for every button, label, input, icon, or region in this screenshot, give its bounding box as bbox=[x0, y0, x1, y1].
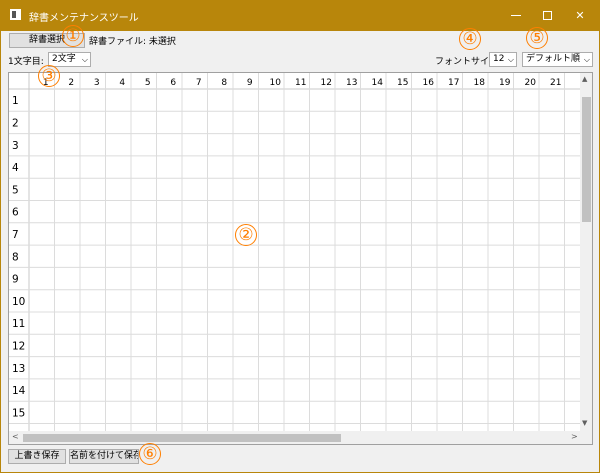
column-header: 13 bbox=[346, 78, 357, 88]
scroll-up-icon[interactable]: ▲ bbox=[582, 75, 587, 83]
annotation-badge-4: ④ bbox=[459, 28, 481, 50]
row-header: 15 bbox=[12, 407, 25, 419]
scroll-left-icon[interactable]: < bbox=[12, 432, 19, 441]
dictionary-file-label: 辞書ファイル: 未選択 bbox=[89, 37, 176, 47]
column-header: 17 bbox=[448, 78, 459, 88]
maximize-icon bbox=[543, 11, 552, 20]
row-header: 3 bbox=[12, 140, 19, 152]
column-header: 8 bbox=[221, 78, 227, 88]
chevron-down-icon: ⌵ bbox=[81, 55, 88, 64]
sort-order-value: デフォルト順 bbox=[526, 54, 581, 64]
column-header: 7 bbox=[196, 78, 202, 88]
overwrite-save-button[interactable]: 上書き保存 bbox=[8, 449, 66, 464]
row-header: 9 bbox=[12, 274, 19, 286]
save-as-button[interactable]: 名前を付けて保存 bbox=[69, 449, 139, 464]
app-icon bbox=[10, 9, 21, 20]
minimize-button[interactable] bbox=[500, 1, 532, 31]
chevron-down-icon: ⌵ bbox=[583, 55, 590, 64]
column-header: 14 bbox=[372, 78, 384, 88]
sort-order-select[interactable]: デフォルト順 ⌵ bbox=[522, 52, 593, 67]
column-header: 16 bbox=[423, 78, 435, 88]
row-header: 1 bbox=[12, 95, 19, 107]
vertical-scroll-thumb[interactable] bbox=[582, 97, 591, 222]
scroll-down-icon[interactable]: ▼ bbox=[582, 419, 587, 427]
column-header: 6 bbox=[170, 78, 176, 88]
close-icon: ✕ bbox=[575, 9, 585, 22]
row-header: 7 bbox=[12, 229, 19, 241]
column-header: 20 bbox=[525, 78, 537, 88]
row-header: 2 bbox=[12, 117, 19, 129]
first-char-select[interactable]: 2文字 ⌵ bbox=[48, 52, 91, 67]
scroll-right-icon[interactable]: > bbox=[571, 432, 578, 441]
column-header: 12 bbox=[321, 78, 332, 88]
chevron-down-icon: ⌵ bbox=[507, 55, 514, 64]
title-bar[interactable]: 辞書メンテナンスツール ✕ bbox=[1, 1, 599, 31]
column-header: 2 bbox=[68, 78, 74, 88]
horizontal-scroll-thumb[interactable] bbox=[23, 434, 341, 442]
row-header: 4 bbox=[12, 162, 19, 174]
column-header: 18 bbox=[474, 78, 486, 88]
font-size-select[interactable]: 12 ⌵ bbox=[489, 52, 517, 67]
row-header: 8 bbox=[12, 251, 19, 263]
column-header: 19 bbox=[499, 78, 511, 88]
row-header: 6 bbox=[12, 207, 19, 219]
annotation-badge-1: ① bbox=[62, 25, 84, 47]
column-header: 3 bbox=[94, 78, 100, 88]
annotation-badge-3: ③ bbox=[38, 65, 60, 87]
column-header: 4 bbox=[119, 78, 125, 88]
horizontal-scrollbar[interactable]: < > bbox=[9, 431, 580, 444]
annotation-badge-6: ⑥ bbox=[139, 443, 161, 465]
row-header: 5 bbox=[12, 184, 19, 196]
column-header: 11 bbox=[295, 78, 306, 88]
row-header: 11 bbox=[12, 318, 25, 330]
annotation-badge-5: ⑤ bbox=[526, 27, 548, 49]
character-grid[interactable]: 1 2 3 4 5 6 7 8 9 10 11 12 13 14 15 16 17 18 19 20 21 1 2 3 4 5 6 7… bbox=[8, 72, 593, 445]
grid-canvas[interactable]: 1 2 3 4 5 6 7 8 9 10 11 12 13 14 15 16 17 18 19 20 211234567… bbox=[9, 73, 580, 431]
annotation-badge-2: ② bbox=[235, 224, 257, 246]
row-header: 10 bbox=[12, 296, 25, 308]
font-size-value: 12 bbox=[493, 54, 505, 64]
column-header: 15 bbox=[397, 78, 408, 88]
first-char-value: 2文字 bbox=[52, 54, 76, 64]
minimize-icon bbox=[511, 15, 521, 16]
row-header: 14 bbox=[12, 385, 26, 397]
window-title: 辞書メンテナンスツール bbox=[29, 13, 139, 24]
close-button[interactable]: ✕ bbox=[564, 1, 596, 31]
first-char-label: 1文字目: bbox=[8, 57, 44, 67]
row-header: 12 bbox=[12, 340, 25, 352]
column-header: 10 bbox=[270, 78, 282, 88]
row-header: 13 bbox=[12, 363, 25, 375]
column-header: 9 bbox=[247, 78, 253, 88]
vertical-scrollbar[interactable]: ▲ ▼ bbox=[580, 73, 592, 431]
column-header: 5 bbox=[145, 78, 151, 88]
column-header: 21 bbox=[550, 78, 561, 88]
app-window: 辞書メンテナンスツール ✕ 辞書選択 辞書ファイル: 未選択 1文字目: 2文字… bbox=[0, 0, 600, 473]
scrollbar-corner bbox=[580, 431, 592, 444]
